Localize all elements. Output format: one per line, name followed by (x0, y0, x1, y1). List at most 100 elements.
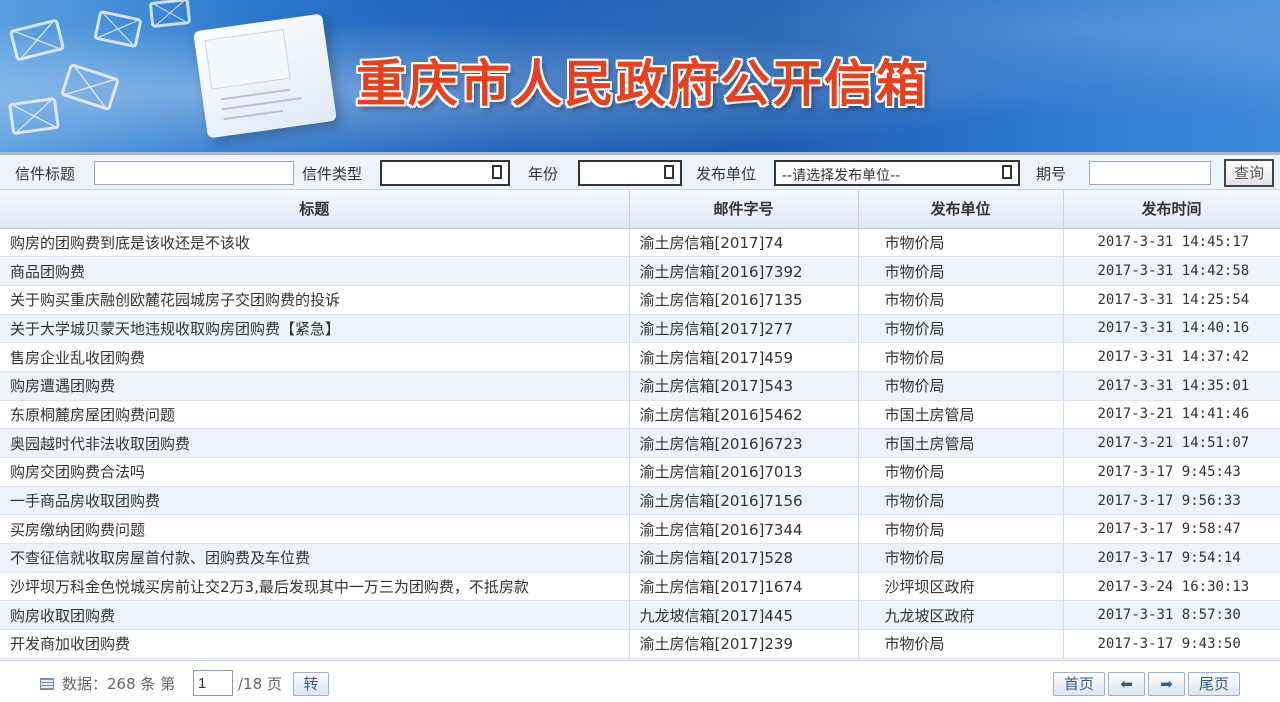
table-row[interactable]: 购房收取团购费 九龙坡信箱[2017]445 九龙坡区政府 2017-3-31 8:5… (0, 600, 1280, 631)
row-title-link[interactable]: 开发商加收团购费 (0, 629, 630, 659)
row-code: 渝土房信箱[2017]543 (629, 371, 859, 401)
row-time: 2017-3-17 9:45:43 (1063, 457, 1280, 487)
row-dept: 市物价局 (858, 228, 1064, 258)
column-header-code: 邮件字号 (629, 190, 859, 229)
arrow-right-icon: ➡ (1160, 675, 1173, 693)
last-page-button[interactable]: 尾页 (1188, 672, 1240, 696)
record-count-label: 数据：268 条 第 (62, 675, 176, 693)
query-button[interactable]: 查询 (1224, 159, 1274, 187)
row-dept: 市国土房管局 (858, 400, 1064, 430)
table-row[interactable]: 一手商品房收取团购费 渝土房信箱[2016]7156 市物价局 2017-3-17 9… (0, 486, 1280, 516)
table-row[interactable]: 关于大学城贝蒙天地违规收取购房团购费【紧急】 渝土房信箱[2017]277 市物价局… (0, 314, 1280, 344)
first-page-button[interactable]: 首页 (1053, 672, 1105, 696)
table-row[interactable]: 商品团购费 渝土房信箱[2016]7392 市物价局 2017-3-31 14:42:… (0, 256, 1280, 286)
dept-filter-select[interactable]: --请选择发布单位-- (774, 160, 1020, 186)
prev-page-button[interactable]: ⬅ (1108, 672, 1145, 696)
title-filter-label: 信件标题 (15, 165, 76, 183)
row-title-link[interactable]: 购房的团购费到底是该收还是不该收 (0, 228, 630, 258)
dept-filter-label: 发布单位 (696, 165, 757, 183)
row-title-link[interactable]: 东原桐麓房屋团购费问题 (0, 400, 630, 430)
row-title-link[interactable]: 一手商品房收取团购费 (0, 486, 630, 516)
row-title-link[interactable]: 关于购买重庆融创欧麓花园城房子交团购费的投诉 (0, 285, 630, 315)
year-filter-label: 年份 (528, 165, 559, 183)
row-time: 2017-3-21 14:41:46 (1063, 400, 1280, 430)
row-code: 渝土房信箱[2016]7156 (629, 486, 859, 516)
list-icon (40, 678, 54, 690)
row-title-link[interactable]: 商品团购费 (0, 256, 630, 286)
row-code: 渝土房信箱[2016]7013 (629, 457, 859, 487)
dropdown-icon (1002, 165, 1012, 179)
filter-bar: 信件标题 信件类型 年份 发布单位 --请选择发布单位-- 期号 查询 (0, 152, 1280, 190)
row-time: 2017-3-31 14:35:01 (1063, 371, 1280, 401)
row-time: 2017-3-17 9:43:50 (1063, 629, 1280, 659)
dropdown-icon (492, 165, 502, 179)
row-code: 渝土房信箱[2017]459 (629, 342, 859, 372)
page-number-input[interactable] (193, 670, 233, 696)
row-dept: 沙坪坝区政府 (858, 572, 1064, 602)
header-banner: 重庆市人民政府公开信箱 (0, 0, 1280, 152)
row-time: 2017-3-31 14:42:58 (1063, 256, 1280, 286)
row-title-link[interactable]: 买房缴纳团购费问题 (0, 514, 630, 545)
row-title-link[interactable]: 购房遭遇团购费 (0, 371, 630, 401)
row-code: 渝土房信箱[2016]7344 (629, 514, 859, 545)
total-pages-label: /18 页 (238, 675, 282, 693)
row-time: 2017-3-21 14:51:07 (1063, 428, 1280, 458)
next-page-button[interactable]: ➡ (1148, 672, 1185, 696)
row-time: 2017-3-17 9:58:47 (1063, 514, 1280, 545)
row-code: 渝土房信箱[2017]74 (629, 228, 859, 258)
row-time: 2017-3-31 14:25:54 (1063, 285, 1280, 315)
pagination-bar: 数据：268 条 第 /18 页 转 首页 ⬅ ➡ 尾页 (0, 660, 1280, 702)
table-row[interactable]: 东原桐麓房屋团购费问题 渝土房信箱[2016]5462 市国土房管局 2017-3-2… (0, 400, 1280, 430)
row-title-link[interactable]: 奥园越时代非法收取团购费 (0, 428, 630, 458)
dropdown-icon (664, 165, 674, 179)
go-page-button[interactable]: 转 (293, 672, 329, 696)
table-row[interactable]: 关于购买重庆融创欧麓花园城房子交团购费的投诉 渝土房信箱[2016]7135 市物价… (0, 285, 1280, 315)
envelope-icon (8, 96, 60, 136)
row-title-link[interactable]: 购房交团购费合法吗 (0, 457, 630, 487)
type-filter-label: 信件类型 (302, 165, 363, 183)
row-title-link[interactable]: 关于大学城贝蒙天地违规收取购房团购费【紧急】 (0, 314, 630, 344)
row-code: 渝土房信箱[2017]1674 (629, 572, 859, 602)
issue-filter-input[interactable] (1089, 161, 1211, 185)
row-title-link[interactable]: 购房收取团购费 (0, 600, 630, 631)
row-dept: 九龙坡区政府 (858, 600, 1064, 631)
type-filter-select[interactable] (380, 160, 510, 186)
row-time: 2017-3-31 14:45:17 (1063, 228, 1280, 258)
envelope-icon (93, 9, 143, 49)
table-row[interactable]: 沙坪坝万科金色悦城买房前让交2万3,最后发现其中一万三为团购费，不抵房款 渝土房信… (0, 572, 1280, 602)
row-title-link[interactable]: 不查征信就收取房屋首付款、团购费及车位费 (0, 543, 630, 573)
row-code: 渝土房信箱[2016]6723 (629, 428, 859, 458)
letters-table: 标题 邮件字号 发布单位 发布时间 购房的团购费到底是该收还是不该收 渝土房信箱[… (0, 190, 1280, 659)
row-dept: 市物价局 (858, 285, 1064, 315)
table-row[interactable]: 购房遭遇团购费 渝土房信箱[2017]543 市物价局 2017-3-31 14:35… (0, 371, 1280, 401)
table-row[interactable]: 购房的团购费到底是该收还是不该收 渝土房信箱[2017]74 市物价局 2017-3-… (0, 228, 1280, 258)
row-time: 2017-3-31 14:37:42 (1063, 342, 1280, 372)
table-row[interactable]: 售房企业乱收团购费 渝土房信箱[2017]459 市物价局 2017-3-31 14:… (0, 342, 1280, 372)
row-dept: 市物价局 (858, 256, 1064, 286)
envelope-icon (148, 0, 192, 29)
row-title-link[interactable]: 沙坪坝万科金色悦城买房前让交2万3,最后发现其中一万三为团购费，不抵房款 (0, 572, 630, 602)
row-time: 2017-3-17 9:54:14 (1063, 543, 1280, 573)
year-filter-select[interactable] (578, 160, 682, 186)
row-time: 2017-3-24 16:30:13 (1063, 572, 1280, 602)
table-row[interactable]: 奥园越时代非法收取团购费 渝土房信箱[2016]6723 市国土房管局 2017-3-… (0, 428, 1280, 458)
site-title: 重庆市人民政府公开信箱 (356, 55, 928, 113)
row-code: 渝土房信箱[2016]7135 (629, 285, 859, 315)
row-time: 2017-3-31 8:57:30 (1063, 600, 1280, 631)
row-code: 渝土房信箱[2016]7392 (629, 256, 859, 286)
row-dept: 市物价局 (858, 514, 1064, 545)
table-row[interactable]: 买房缴纳团购费问题 渝土房信箱[2016]7344 市物价局 2017-3-17 9:… (0, 514, 1280, 545)
column-header-dept: 发布单位 (858, 190, 1064, 229)
envelope-icon (8, 18, 66, 62)
row-code: 渝土房信箱[2017]528 (629, 543, 859, 573)
envelope-icon (60, 62, 120, 112)
table-row[interactable]: 不查征信就收取房屋首付款、团购费及车位费 渝土房信箱[2017]528 市物价局 20… (0, 543, 1280, 573)
table-row[interactable]: 购房交团购费合法吗 渝土房信箱[2016]7013 市物价局 2017-3-17 9:… (0, 457, 1280, 487)
table-row[interactable]: 开发商加收团购费 渝土房信箱[2017]239 市物价局 2017-3-17 9:43… (0, 629, 1280, 659)
title-filter-input[interactable] (94, 161, 294, 185)
row-dept: 市物价局 (858, 543, 1064, 573)
column-header-title: 标题 (0, 190, 630, 229)
row-title-link[interactable]: 售房企业乱收团购费 (0, 342, 630, 372)
table-header-row: 标题 邮件字号 发布单位 发布时间 (0, 190, 1280, 229)
row-dept: 市国土房管局 (858, 428, 1064, 458)
